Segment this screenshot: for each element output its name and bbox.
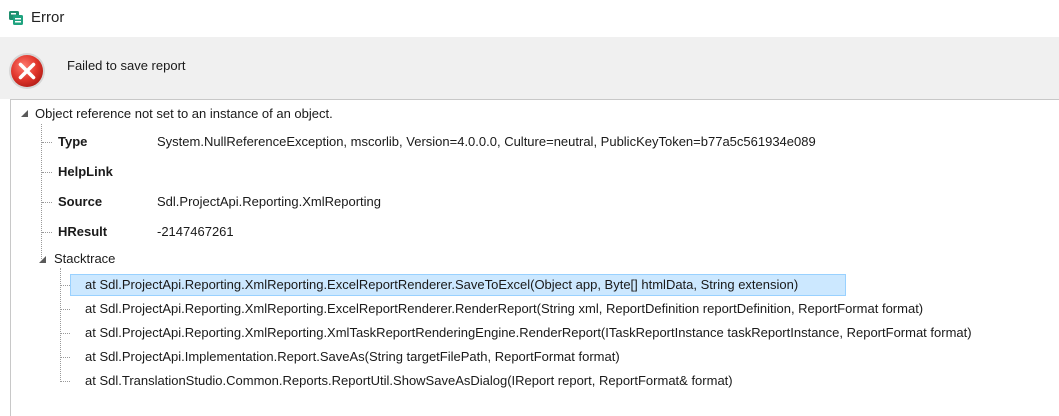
- prop-name-type: Type: [58, 134, 88, 149]
- tree-branch: [61, 357, 70, 358]
- stacktrace-frame[interactable]: at Sdl.ProjectApi.Implementation.Report.…: [81, 347, 624, 367]
- prop-name-hresult: HResult: [58, 224, 108, 239]
- tree-branch: [42, 172, 52, 173]
- tree-branch: [42, 232, 52, 233]
- prop-name-helplink: HelpLink: [58, 164, 113, 179]
- title-bar: Error: [0, 0, 1059, 37]
- window-title: Error: [31, 9, 65, 26]
- stacktrace-node-label[interactable]: Stacktrace: [54, 251, 115, 266]
- tree-guide-line: [41, 124, 42, 259]
- stacktrace-frame[interactable]: at Sdl.TranslationStudio.Common.Reports.…: [81, 371, 737, 391]
- prop-name-source: Source: [58, 194, 103, 209]
- tree-branch: [42, 142, 52, 143]
- error-message: Failed to save report: [67, 58, 186, 73]
- tree-branch: [42, 202, 52, 203]
- stacktrace-frame[interactable]: at Sdl.ProjectApi.Reporting.XmlReporting…: [81, 299, 927, 319]
- stacktrace-frame-text: at Sdl.ProjectApi.Reporting.XmlReporting…: [85, 277, 799, 292]
- prop-value-source[interactable]: Sdl.ProjectApi.Reporting.XmlReporting: [157, 194, 381, 209]
- stacktrace-frame[interactable]: at Sdl.ProjectApi.Reporting.XmlReporting…: [81, 323, 976, 343]
- prop-value-type[interactable]: System.NullReferenceException, mscorlib,…: [157, 134, 816, 149]
- tree-branch: [61, 285, 70, 286]
- triangle-expanded-icon[interactable]: [38, 255, 47, 264]
- tree-branch: [61, 309, 70, 310]
- tree-branch: [61, 333, 70, 334]
- app-logo-icon: [9, 11, 23, 25]
- triangle-expanded-icon[interactable]: [20, 109, 29, 118]
- prop-value-hresult[interactable]: -2147467261: [157, 224, 234, 239]
- stacktrace-frame-selected[interactable]: at Sdl.ProjectApi.Reporting.XmlReporting…: [70, 274, 846, 296]
- tree-root-label[interactable]: Object reference not set to an instance …: [35, 106, 333, 121]
- error-x-icon: [9, 53, 45, 89]
- tree-branch: [61, 381, 70, 382]
